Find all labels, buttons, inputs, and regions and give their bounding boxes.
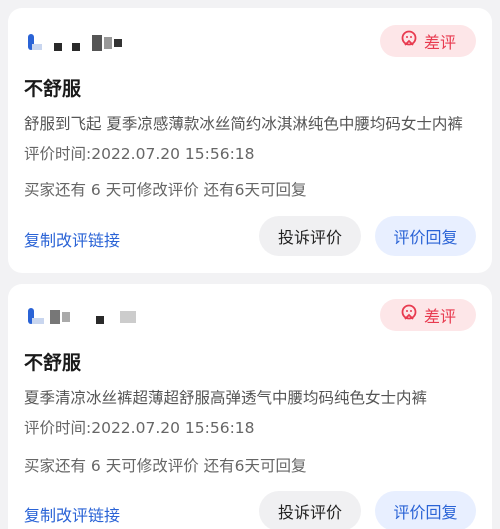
negative-review-badge: 差评 (380, 25, 476, 57)
review-card: 差评 不舒服 夏季清凉冰丝裤超薄超舒服高弹透气中腰均码纯色女士内裤 评价时间:2… (8, 284, 492, 529)
buyer-name-masked (24, 34, 122, 52)
reply-button[interactable]: 评价回复 (375, 491, 476, 529)
masked-pixel (114, 39, 122, 47)
thumbs-down-face-icon (400, 304, 418, 326)
masked-pixel (50, 310, 60, 324)
review-title: 不舒服 (24, 352, 82, 374)
review-title: 不舒服 (24, 78, 82, 100)
review-time: 评价时间:2022.07.20 15:56:18 (24, 419, 255, 437)
modify-notice: 买家还有 6 天可修改评价 还有6天可回复 (24, 457, 307, 475)
review-card: 差评 不舒服 舒服到飞起 夏季凉感薄款冰丝简约冰淇淋纯色中腰均码女士内裤 评价时… (8, 8, 492, 273)
thumbs-down-face-icon (400, 30, 418, 52)
masked-pixel (54, 43, 62, 51)
review-time: 评价时间:2022.07.20 15:56:18 (24, 145, 255, 163)
badge-label: 差评 (423, 33, 456, 52)
masked-pixel (104, 37, 112, 49)
review-list-page: 差评 不舒服 舒服到飞起 夏季凉感薄款冰丝简约冰淇淋纯色中腰均码女士内裤 评价时… (0, 0, 500, 529)
negative-review-badge: 差评 (380, 299, 476, 331)
product-name[interactable]: 夏季清凉冰丝裤超薄超舒服高弹透气中腰均码纯色女士内裤 (24, 386, 480, 408)
masked-pixel (62, 312, 70, 322)
complain-button[interactable]: 投诉评价 (259, 216, 361, 256)
masked-pixel (96, 316, 104, 324)
masked-pixel (120, 311, 136, 323)
copy-modify-link[interactable]: 复制改评链接 (24, 227, 120, 251)
buyer-avatar-icon (24, 308, 46, 326)
masked-pixel (72, 43, 80, 51)
reply-button[interactable]: 评价回复 (375, 216, 476, 256)
buyer-avatar-icon (24, 34, 44, 52)
product-name[interactable]: 舒服到飞起 夏季凉感薄款冰丝简约冰淇淋纯色中腰均码女士内裤 (24, 112, 480, 134)
complain-button[interactable]: 投诉评价 (259, 491, 361, 529)
copy-modify-link[interactable]: 复制改评链接 (24, 502, 120, 526)
badge-label: 差评 (423, 307, 456, 326)
buyer-name-masked (24, 308, 136, 326)
masked-pixel (92, 35, 102, 51)
modify-notice: 买家还有 6 天可修改评价 还有6天可回复 (24, 181, 307, 199)
